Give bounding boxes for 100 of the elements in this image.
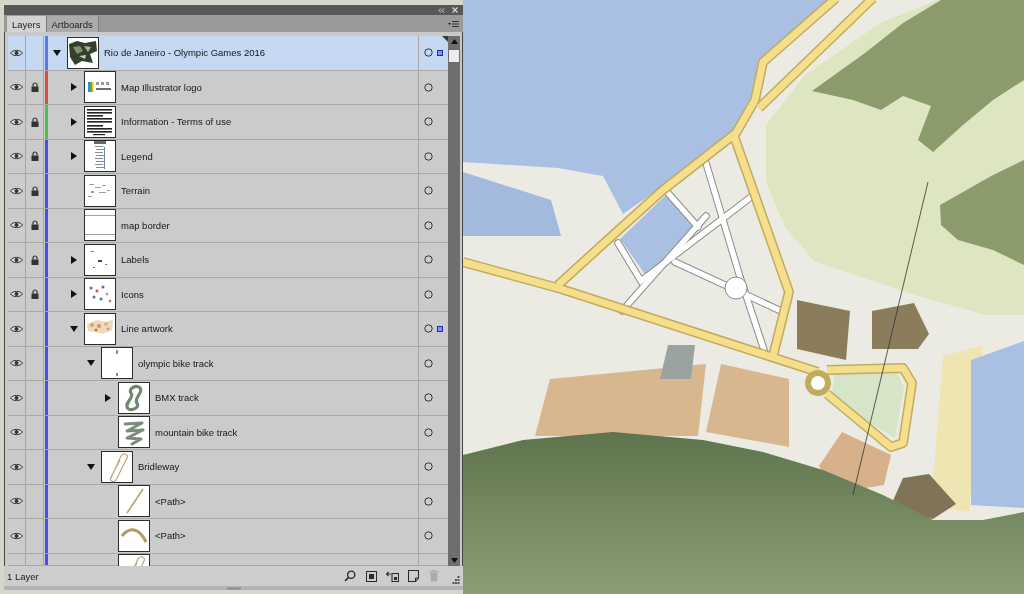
layer-row[interactable]: Labels — [8, 243, 448, 278]
scrollbar-thumb[interactable] — [449, 50, 459, 62]
caret-down-icon[interactable] — [52, 49, 61, 56]
layer-row[interactable]: Icons — [8, 277, 448, 312]
target-circle-icon[interactable] — [424, 289, 433, 299]
layer-name: Line artwork — [121, 323, 173, 335]
layer-row[interactable]: Map Illustrator logo — [8, 70, 448, 105]
scroll-up-icon[interactable] — [450, 39, 458, 44]
resize-grip-icon[interactable] — [452, 576, 460, 584]
caret-down-icon[interactable] — [69, 325, 78, 332]
eye-icon[interactable] — [10, 359, 23, 368]
caret-right-icon[interactable] — [70, 290, 77, 299]
layer-row[interactable]: Information - Terms of use — [8, 105, 448, 140]
layer-name: <Path> — [155, 530, 186, 542]
panel-tab[interactable]: Layers — [7, 16, 47, 32]
layer-row[interactable]: <Path> — [8, 519, 448, 554]
lock-icon[interactable] — [30, 151, 39, 162]
eye-icon[interactable] — [10, 48, 23, 57]
layer-name: Map Illustrator logo — [121, 81, 202, 93]
layer-row[interactable]: Rio de Janeiro - Olympic Games 2016 — [8, 36, 448, 71]
caret-right-icon[interactable] — [70, 83, 77, 92]
target-circle-icon[interactable] — [424, 255, 433, 265]
layer-row[interactable]: mountain bike track — [8, 415, 448, 450]
eye-icon[interactable] — [10, 186, 23, 195]
layer-row[interactable]: Terrain — [8, 174, 448, 209]
target-circle-icon[interactable] — [424, 393, 433, 403]
layer-name: map border — [121, 219, 170, 231]
drag-handle-icon[interactable] — [226, 586, 241, 590]
layer-name: Legend — [121, 150, 153, 162]
legend-thumbnail — [84, 140, 116, 173]
caret-right-icon[interactable] — [70, 255, 77, 264]
eye-icon[interactable] — [10, 152, 23, 161]
eye-icon[interactable] — [10, 497, 23, 506]
eye-icon[interactable] — [10, 117, 23, 126]
eye-icon[interactable] — [10, 221, 23, 230]
target-circle-icon[interactable] — [424, 462, 433, 472]
clipping-mask-button[interactable] — [363, 568, 379, 584]
eye-icon[interactable] — [10, 393, 23, 402]
caret-down-icon[interactable] — [86, 463, 95, 470]
layer-name: Rio de Janeiro - Olympic Games 2016 — [104, 47, 266, 59]
target-circle-icon[interactable] — [424, 151, 433, 161]
layer-name: Icons — [121, 288, 144, 300]
layer-count: 1 Layer — [7, 570, 39, 582]
target-circle-icon[interactable] — [424, 496, 433, 506]
layer-name: mountain bike track — [155, 426, 238, 438]
eye-icon[interactable] — [10, 83, 23, 92]
layer-name: <Path> — [155, 495, 186, 507]
layer-row[interactable]: <Path> — [8, 484, 448, 519]
layer-row[interactable]: Line artwork — [8, 312, 448, 347]
map-thumbnail — [67, 36, 99, 69]
target-circle-icon[interactable] — [424, 186, 433, 196]
eye-icon[interactable] — [10, 531, 23, 540]
page-icon — [407, 570, 419, 582]
layer-row[interactable]: BMX track — [8, 381, 448, 416]
caret-right-icon[interactable] — [104, 393, 111, 402]
lock-icon[interactable] — [30, 289, 39, 300]
blank-page-thumbnail — [101, 347, 133, 380]
arrow-box-icon — [385, 570, 399, 582]
collapse-icon[interactable] — [438, 7, 445, 13]
caret-right-icon[interactable] — [70, 117, 77, 126]
layer-row[interactable]: olympic bike track — [8, 346, 448, 381]
lock-icon[interactable] — [30, 254, 39, 265]
corner-triangle-icon — [442, 36, 448, 42]
panel-tab[interactable]: Artboards — [46, 16, 99, 32]
close-icon[interactable] — [452, 7, 458, 13]
target-circle-icon[interactable] — [424, 427, 433, 437]
panel-menu-icon[interactable] — [448, 19, 459, 28]
target-circle-icon[interactable] — [424, 324, 433, 334]
layer-row[interactable]: map border — [8, 208, 448, 243]
target-circle-icon[interactable] — [424, 531, 433, 541]
new-layer-button[interactable] — [405, 568, 421, 584]
eye-icon[interactable] — [10, 255, 23, 264]
square-in-square-icon — [365, 570, 377, 582]
scrollbar[interactable] — [448, 36, 460, 566]
layer-row[interactable]: Legend — [8, 139, 448, 174]
lock-icon[interactable] — [30, 82, 39, 93]
target-circle-icon[interactable] — [424, 358, 433, 368]
lock-icon[interactable] — [30, 116, 39, 127]
zigzag-thumbnail — [118, 416, 150, 449]
eye-icon[interactable] — [10, 462, 23, 471]
target-circle-icon[interactable] — [424, 220, 433, 230]
locate-object-button[interactable] — [342, 568, 358, 584]
eye-icon[interactable] — [10, 428, 23, 437]
eye-icon[interactable] — [10, 290, 23, 299]
layer-name: Bridleway — [138, 461, 180, 473]
layer-name: Terrain — [121, 185, 151, 197]
layer-row[interactable]: Bridleway — [8, 450, 448, 485]
lock-icon[interactable] — [30, 220, 39, 231]
target-circle-icon[interactable] — [424, 82, 433, 92]
caret-down-icon[interactable] — [86, 360, 95, 367]
lock-icon[interactable] — [30, 185, 39, 196]
eye-icon[interactable] — [10, 324, 23, 333]
layer-name: BMX track — [155, 392, 199, 404]
search-icon — [344, 570, 356, 582]
target-circle-icon[interactable] — [424, 48, 433, 58]
scatter-thumbnail — [84, 278, 116, 311]
target-circle-icon[interactable] — [424, 117, 433, 127]
dotted-page-thumbnail — [84, 243, 116, 276]
caret-right-icon[interactable] — [70, 152, 77, 161]
scroll-down-icon[interactable] — [450, 558, 458, 563]
